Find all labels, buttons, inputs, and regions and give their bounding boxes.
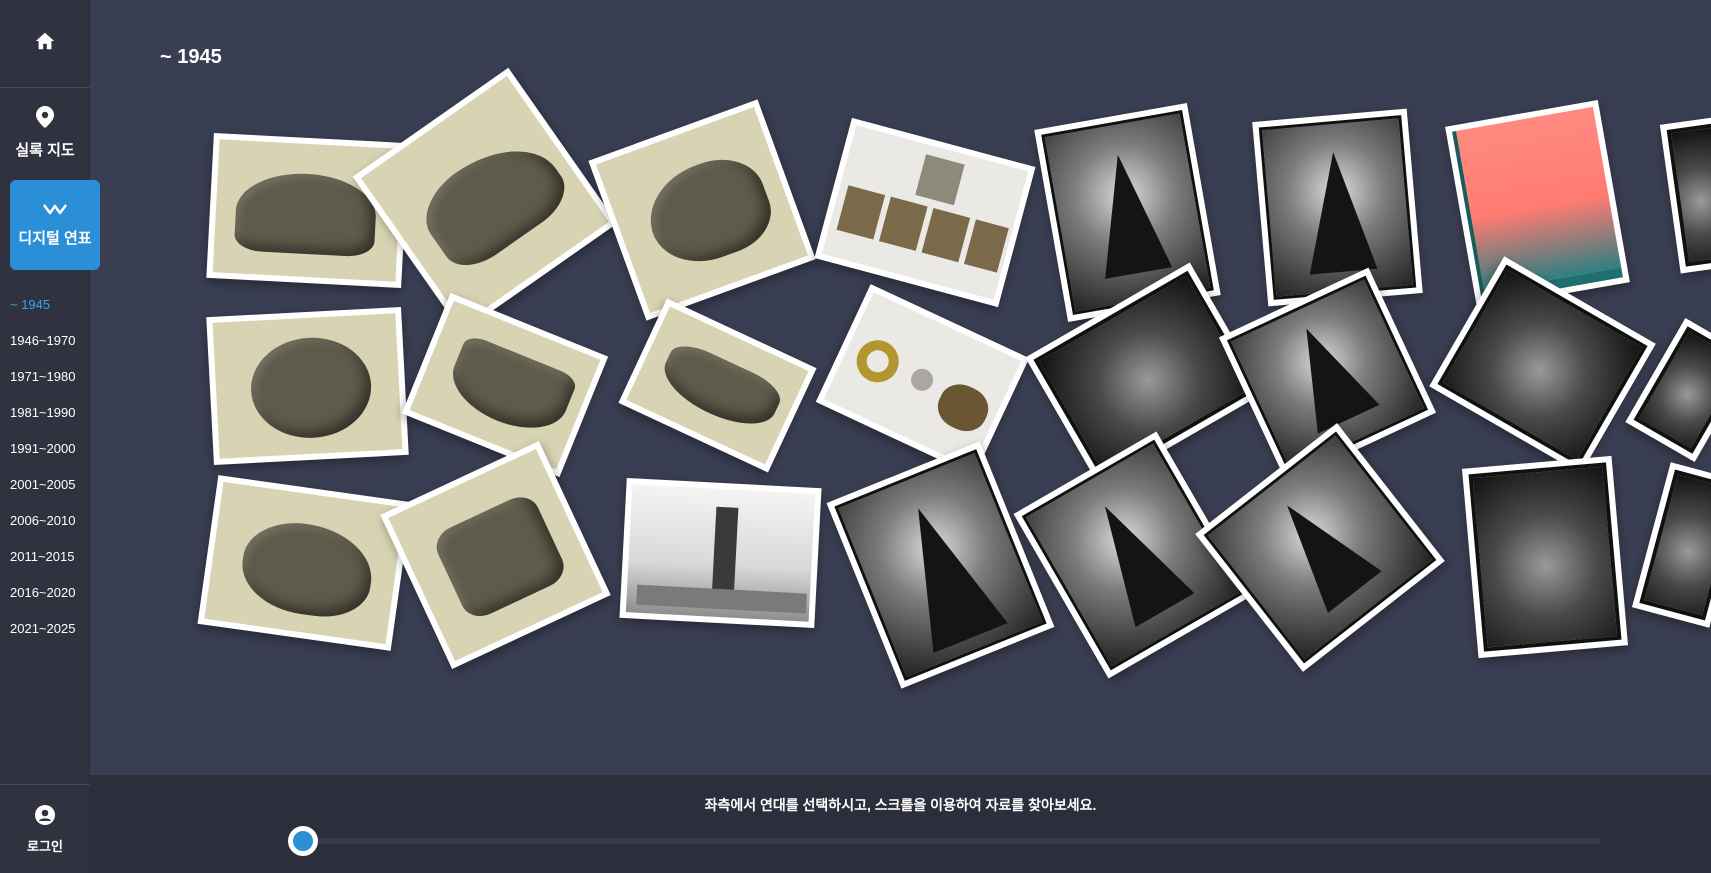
login-label: 로그인 <box>27 839 63 854</box>
photo-gallery[interactable] <box>90 0 1711 775</box>
sidebar: 실록 지도 디지털 연표 ~ 1945 1946~1970 1971~1980 … <box>0 0 100 873</box>
era-item[interactable]: 1991~2000 <box>10 440 75 476</box>
archive-photo[interactable] <box>401 292 609 478</box>
era-item[interactable]: 1971~1980 <box>10 368 75 404</box>
era-item[interactable]: 2011~2015 <box>10 548 75 584</box>
bottom-bar: 좌측에서 연대를 선택하시고, 스크롤을 이용하여 자료를 찾아보세요. <box>90 775 1711 873</box>
timeline-slider-thumb[interactable] <box>288 826 318 856</box>
archive-photo[interactable] <box>1631 462 1711 628</box>
home-button[interactable] <box>0 0 90 88</box>
archive-photo[interactable] <box>588 99 816 321</box>
user-circle-icon <box>35 805 55 830</box>
archive-photo[interactable] <box>380 440 611 670</box>
map-pin-icon <box>36 106 54 133</box>
archive-photo[interactable] <box>815 284 1030 476</box>
timeline-slider-track[interactable] <box>305 838 1600 844</box>
era-item[interactable]: ~ 1945 <box>10 296 75 332</box>
era-item[interactable]: 2001~2005 <box>10 476 75 512</box>
archive-photo[interactable] <box>826 441 1055 689</box>
archive-photo[interactable] <box>197 475 412 651</box>
archive-photo[interactable] <box>1462 455 1628 659</box>
archive-photo[interactable] <box>206 306 409 466</box>
scroll-hint: 좌측에서 연대를 선택하시고, 스크롤을 이용하여 자료를 찾아보세요. <box>704 797 1097 813</box>
sidebar-divider <box>0 784 90 785</box>
era-item[interactable]: 2016~2020 <box>10 584 75 620</box>
timeline-nav-button[interactable]: 디지털 연표 <box>10 180 100 270</box>
home-icon <box>34 30 56 57</box>
era-list: ~ 1945 1946~1970 1971~1980 1981~1990 199… <box>10 296 75 656</box>
era-item[interactable]: 2021~2025 <box>10 620 75 656</box>
timeline-icon <box>43 202 67 221</box>
archive-photo[interactable] <box>618 298 817 473</box>
archive-photo[interactable] <box>1252 108 1423 307</box>
era-item[interactable]: 2006~2010 <box>10 512 75 548</box>
archive-photo[interactable] <box>352 67 618 333</box>
archive-photo[interactable] <box>1195 423 1445 672</box>
era-item[interactable]: 1946~1970 <box>10 332 75 368</box>
login-button[interactable]: 로그인 <box>0 800 90 860</box>
archive-photo[interactable] <box>1429 256 1656 474</box>
archive-photo[interactable] <box>1659 116 1711 274</box>
map-nav-button[interactable]: 실록 지도 <box>0 89 90 177</box>
archive-photo[interactable] <box>619 477 822 629</box>
archive-photo[interactable] <box>814 117 1036 308</box>
era-item[interactable]: 1981~1990 <box>10 404 75 440</box>
timeline-nav-label: 디지털 연표 <box>18 230 92 247</box>
map-nav-label: 실록 지도 <box>15 142 75 159</box>
